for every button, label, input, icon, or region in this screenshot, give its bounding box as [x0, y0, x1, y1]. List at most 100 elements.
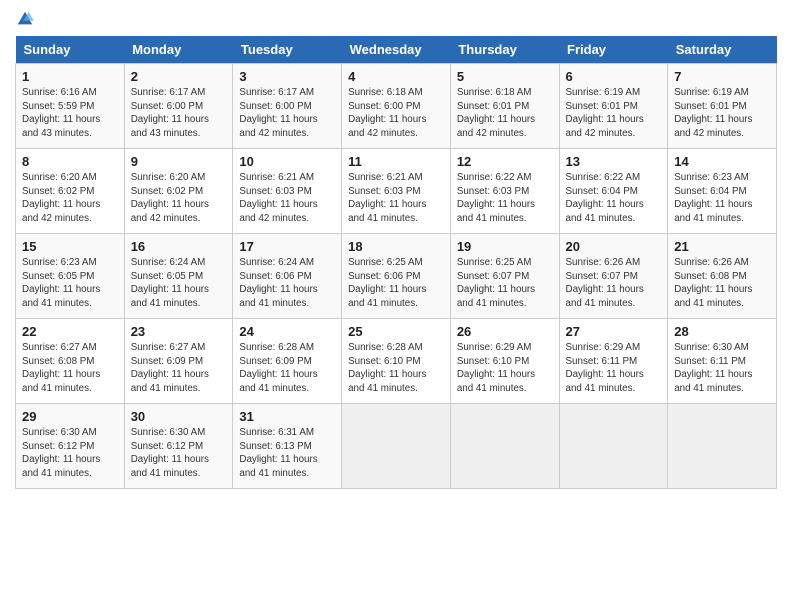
day-info: Sunrise: 6:31 AMSunset: 6:13 PMDaylight:…: [239, 427, 317, 479]
calendar-cell: 13 Sunrise: 6:22 AMSunset: 6:04 PMDayligh…: [559, 149, 668, 234]
weekday-header-thursday: Thursday: [450, 36, 559, 64]
day-number: 31: [239, 409, 335, 424]
day-number: 19: [457, 239, 553, 254]
calendar-cell: 23Sunrise: 6:27 AMSunset: 6:09 PMDayligh…: [124, 319, 233, 404]
day-number: 25: [348, 324, 444, 339]
day-number: 22: [22, 324, 118, 339]
calendar-cell: 19Sunrise: 6:25 AMSunset: 6:07 PMDayligh…: [450, 234, 559, 319]
day-info: Sunrise: 6:22 AMSunset: 6:03 PMDaylight:…: [457, 172, 535, 224]
calendar-cell: 31 Sunrise: 6:31 AMSunset: 6:13 PMDayligh…: [233, 404, 342, 489]
calendar-cell: [559, 404, 668, 489]
page-header: [15, 10, 777, 28]
logo-icon: [16, 10, 34, 28]
day-info: Sunrise: 6:16 AMSunset: 5:59 PMDaylight:…: [22, 87, 100, 139]
day-number: 17: [239, 239, 335, 254]
calendar-cell: 27 Sunrise: 6:29 AMSunset: 6:11 PMDayligh…: [559, 319, 668, 404]
day-info: Sunrise: 6:29 AMSunset: 6:11 PMDaylight:…: [566, 342, 644, 394]
calendar-cell: 9 Sunrise: 6:20 AMSunset: 6:02 PMDaylight…: [124, 149, 233, 234]
day-info: Sunrise: 6:27 AMSunset: 6:08 PMDaylight:…: [22, 342, 100, 394]
day-number: 23: [131, 324, 227, 339]
calendar-cell: 17 Sunrise: 6:24 AMSunset: 6:06 PMDayligh…: [233, 234, 342, 319]
day-number: 28: [674, 324, 770, 339]
day-info: Sunrise: 6:17 AMSunset: 6:00 PMDaylight:…: [131, 87, 209, 139]
calendar-cell: 4 Sunrise: 6:18 AMSunset: 6:00 PMDaylight…: [342, 64, 451, 149]
calendar-cell: 22 Sunrise: 6:27 AMSunset: 6:08 PMDayligh…: [16, 319, 125, 404]
day-info: Sunrise: 6:23 AMSunset: 6:05 PMDaylight:…: [22, 257, 100, 309]
day-number: 16: [131, 239, 227, 254]
calendar-cell: 8Sunrise: 6:20 AMSunset: 6:02 PMDaylight…: [16, 149, 125, 234]
calendar-cell: 10 Sunrise: 6:21 AMSunset: 6:03 PMDayligh…: [233, 149, 342, 234]
day-number: 4: [348, 69, 444, 84]
weekday-header-monday: Monday: [124, 36, 233, 64]
calendar-cell: 24 Sunrise: 6:28 AMSunset: 6:09 PMDayligh…: [233, 319, 342, 404]
day-info: Sunrise: 6:26 AMSunset: 6:07 PMDaylight:…: [566, 257, 644, 309]
calendar-week-4: 22 Sunrise: 6:27 AMSunset: 6:08 PMDayligh…: [16, 319, 777, 404]
calendar-week-5: 29 Sunrise: 6:30 AMSunset: 6:12 PMDayligh…: [16, 404, 777, 489]
calendar-cell: 12 Sunrise: 6:22 AMSunset: 6:03 PMDayligh…: [450, 149, 559, 234]
day-info: Sunrise: 6:21 AMSunset: 6:03 PMDaylight:…: [239, 172, 317, 224]
calendar-cell: 25 Sunrise: 6:28 AMSunset: 6:10 PMDayligh…: [342, 319, 451, 404]
day-info: Sunrise: 6:26 AMSunset: 6:08 PMDaylight:…: [674, 257, 752, 309]
calendar-cell: 16 Sunrise: 6:24 AMSunset: 6:05 PMDayligh…: [124, 234, 233, 319]
day-info: Sunrise: 6:30 AMSunset: 6:12 PMDaylight:…: [22, 427, 100, 479]
day-info: Sunrise: 6:18 AMSunset: 6:00 PMDaylight:…: [348, 87, 426, 139]
day-number: 14: [674, 154, 770, 169]
calendar-cell: 11Sunrise: 6:21 AMSunset: 6:03 PMDayligh…: [342, 149, 451, 234]
day-number: 27: [566, 324, 662, 339]
calendar-cell: [342, 404, 451, 489]
calendar-cell: 18 Sunrise: 6:25 AMSunset: 6:06 PMDayligh…: [342, 234, 451, 319]
day-number: 20: [566, 239, 662, 254]
day-number: 1: [22, 69, 118, 84]
day-number: 12: [457, 154, 553, 169]
day-number: 10: [239, 154, 335, 169]
day-info: Sunrise: 6:20 AMSunset: 6:02 PMDaylight:…: [131, 172, 209, 224]
day-info: Sunrise: 6:30 AMSunset: 6:12 PMDaylight:…: [131, 427, 209, 479]
day-info: Sunrise: 6:25 AMSunset: 6:06 PMDaylight:…: [348, 257, 426, 309]
day-number: 18: [348, 239, 444, 254]
calendar-cell: 3 Sunrise: 6:17 AMSunset: 6:00 PMDaylight…: [233, 64, 342, 149]
calendar-cell: 30Sunrise: 6:30 AMSunset: 6:12 PMDayligh…: [124, 404, 233, 489]
day-info: Sunrise: 6:24 AMSunset: 6:06 PMDaylight:…: [239, 257, 317, 309]
calendar-body: 1 Sunrise: 6:16 AMSunset: 5:59 PMDaylight…: [16, 64, 777, 489]
calendar-cell: 26Sunrise: 6:29 AMSunset: 6:10 PMDayligh…: [450, 319, 559, 404]
calendar-cell: 5 Sunrise: 6:18 AMSunset: 6:01 PMDaylight…: [450, 64, 559, 149]
day-info: Sunrise: 6:21 AMSunset: 6:03 PMDaylight:…: [348, 172, 426, 224]
calendar-cell: 7Sunrise: 6:19 AMSunset: 6:01 PMDaylight…: [668, 64, 777, 149]
day-number: 9: [131, 154, 227, 169]
calendar-cell: 29 Sunrise: 6:30 AMSunset: 6:12 PMDayligh…: [16, 404, 125, 489]
day-number: 26: [457, 324, 553, 339]
day-info: Sunrise: 6:28 AMSunset: 6:09 PMDaylight:…: [239, 342, 317, 394]
logo: [15, 10, 35, 28]
day-number: 13: [566, 154, 662, 169]
day-number: 6: [566, 69, 662, 84]
day-info: Sunrise: 6:24 AMSunset: 6:05 PMDaylight:…: [131, 257, 209, 309]
calendar-week-1: 1 Sunrise: 6:16 AMSunset: 5:59 PMDaylight…: [16, 64, 777, 149]
calendar-cell: [668, 404, 777, 489]
day-info: Sunrise: 6:19 AMSunset: 6:01 PMDaylight:…: [674, 87, 752, 139]
calendar-cell: 14 Sunrise: 6:23 AMSunset: 6:04 PMDayligh…: [668, 149, 777, 234]
calendar-week-2: 8Sunrise: 6:20 AMSunset: 6:02 PMDaylight…: [16, 149, 777, 234]
day-info: Sunrise: 6:19 AMSunset: 6:01 PMDaylight:…: [566, 87, 644, 139]
weekday-header-tuesday: Tuesday: [233, 36, 342, 64]
calendar-header-row: SundayMondayTuesdayWednesdayThursdayFrid…: [16, 36, 777, 64]
calendar-cell: [450, 404, 559, 489]
day-number: 21: [674, 239, 770, 254]
day-info: Sunrise: 6:28 AMSunset: 6:10 PMDaylight:…: [348, 342, 426, 394]
calendar-cell: 20 Sunrise: 6:26 AMSunset: 6:07 PMDayligh…: [559, 234, 668, 319]
day-number: 5: [457, 69, 553, 84]
weekday-header-friday: Friday: [559, 36, 668, 64]
weekday-header-sunday: Sunday: [16, 36, 125, 64]
day-info: Sunrise: 6:17 AMSunset: 6:00 PMDaylight:…: [239, 87, 317, 139]
weekday-header-wednesday: Wednesday: [342, 36, 451, 64]
day-number: 24: [239, 324, 335, 339]
day-info: Sunrise: 6:18 AMSunset: 6:01 PMDaylight:…: [457, 87, 535, 139]
weekday-header-saturday: Saturday: [668, 36, 777, 64]
day-number: 3: [239, 69, 335, 84]
day-number: 29: [22, 409, 118, 424]
day-info: Sunrise: 6:23 AMSunset: 6:04 PMDaylight:…: [674, 172, 752, 224]
calendar-cell: 21 Sunrise: 6:26 AMSunset: 6:08 PMDayligh…: [668, 234, 777, 319]
calendar-cell: 2Sunrise: 6:17 AMSunset: 6:00 PMDaylight…: [124, 64, 233, 149]
day-info: Sunrise: 6:30 AMSunset: 6:11 PMDaylight:…: [674, 342, 752, 394]
day-info: Sunrise: 6:22 AMSunset: 6:04 PMDaylight:…: [566, 172, 644, 224]
calendar-cell: 15Sunrise: 6:23 AMSunset: 6:05 PMDayligh…: [16, 234, 125, 319]
